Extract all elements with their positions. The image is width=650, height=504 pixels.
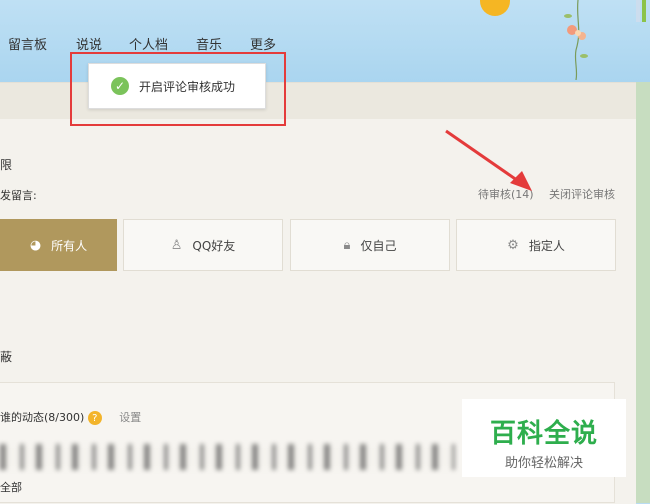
permission-section-title: 限 — [0, 158, 13, 172]
option-label: 仅自己 — [360, 238, 397, 253]
nav-item-shuoshuo[interactable]: 说说 — [76, 34, 102, 53]
settings-link[interactable]: 设置 — [119, 411, 141, 424]
watermark-sub: 助你轻松解决 — [504, 456, 583, 471]
nav-item-music[interactable]: 音乐 — [196, 34, 222, 53]
check-icon: ✓ — [111, 77, 129, 95]
nav-item-guestbook[interactable]: 留言板 — [8, 34, 47, 53]
permission-prompt: 发留言: — [0, 189, 37, 202]
watermark: 百科全说 助你轻松解决 — [462, 399, 626, 477]
edge-tab — [634, 0, 650, 22]
help-icon[interactable]: ? — [87, 411, 102, 425]
globe-icon: ◕ — [29, 237, 42, 253]
toast-message: 开启评论审核成功 — [139, 79, 236, 94]
scrollbar[interactable] — [636, 82, 650, 503]
option-qq-friends[interactable]: ♙ QQ好友 — [123, 219, 283, 271]
feed-section-title: 蔽 — [0, 350, 13, 364]
option-everyone[interactable]: ◕ 所有人 — [0, 219, 117, 271]
close-review-link[interactable]: 关闭评论审核 — [549, 186, 615, 202]
all-label[interactable]: 全部 — [0, 479, 22, 495]
option-label: 指定人 — [528, 238, 565, 253]
success-toast: ✓ 开启评论审核成功 — [88, 63, 266, 109]
flower-vine-decoration — [564, 0, 588, 80]
feed-row: 谁的动态(8/300) ? 设置 — [0, 409, 141, 425]
blurred-content — [0, 444, 455, 470]
option-only-me[interactable]: 🔒︎ 仅自己 — [290, 219, 450, 271]
friends-icon: ♙ — [170, 237, 183, 253]
option-label: 所有人 — [51, 238, 88, 253]
lock-icon: 🔒︎ — [343, 237, 351, 253]
nav-item-profile[interactable]: 个人档 — [129, 34, 168, 53]
feed-label: 谁的动态(8/300) — [0, 411, 85, 424]
gear-icon: ⚙ — [507, 237, 519, 253]
nav-item-more[interactable]: 更多 — [250, 34, 276, 53]
option-specified[interactable]: ⚙ 指定人 — [456, 219, 616, 271]
option-label: QQ好友 — [192, 238, 236, 253]
red-arrow-annotation — [445, 129, 532, 191]
watermark-main: 百科全说 — [489, 419, 598, 449]
